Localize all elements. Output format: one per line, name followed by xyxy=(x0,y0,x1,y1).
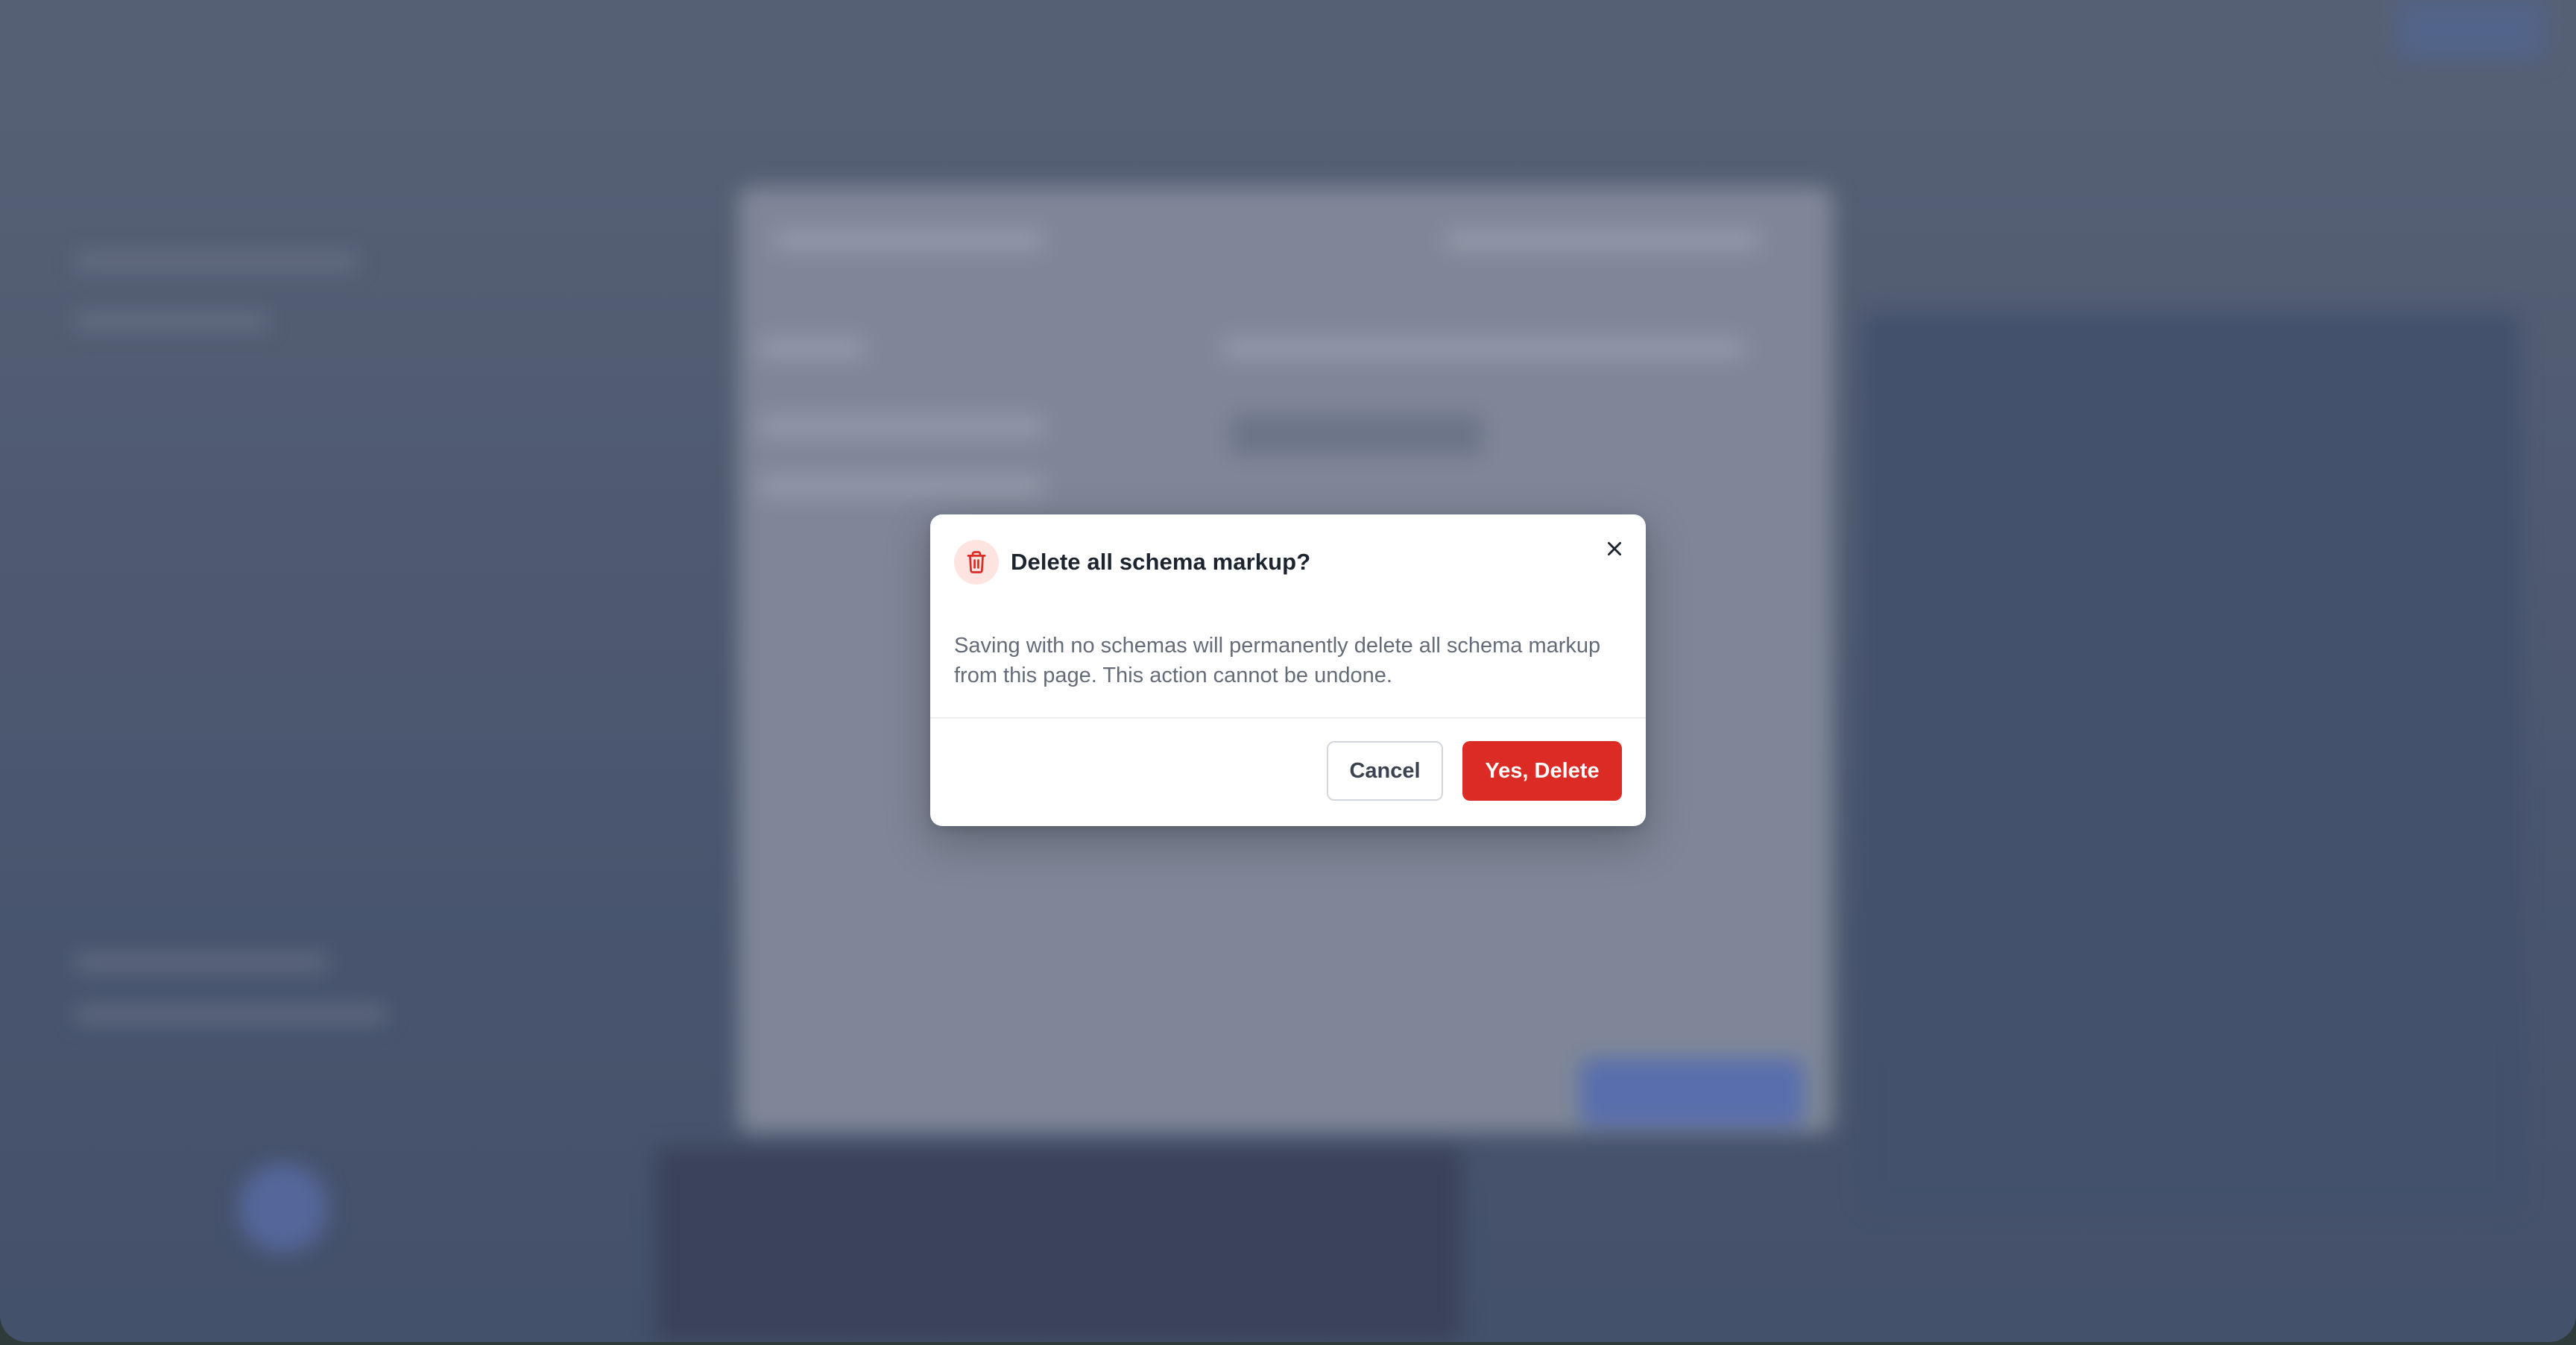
dialog-message: Saving with no schemas will permanently … xyxy=(954,634,1601,687)
dialog-footer: Cancel Yes, Delete xyxy=(1327,741,1622,801)
close-icon xyxy=(1605,539,1624,562)
dialog-divider xyxy=(930,717,1646,719)
dialog-title: Delete all schema markup? xyxy=(1011,549,1311,575)
cancel-button[interactable]: Cancel xyxy=(1327,741,1443,801)
trash-icon xyxy=(954,540,999,585)
confirm-delete-button[interactable]: Yes, Delete xyxy=(1462,741,1622,801)
confirm-delete-dialog: Delete all schema markup? Saving with no… xyxy=(930,514,1646,826)
dialog-header: Delete all schema markup? xyxy=(954,538,1622,586)
app-window: Delete all schema markup? Saving with no… xyxy=(0,0,2576,1342)
close-button[interactable] xyxy=(1598,534,1631,567)
